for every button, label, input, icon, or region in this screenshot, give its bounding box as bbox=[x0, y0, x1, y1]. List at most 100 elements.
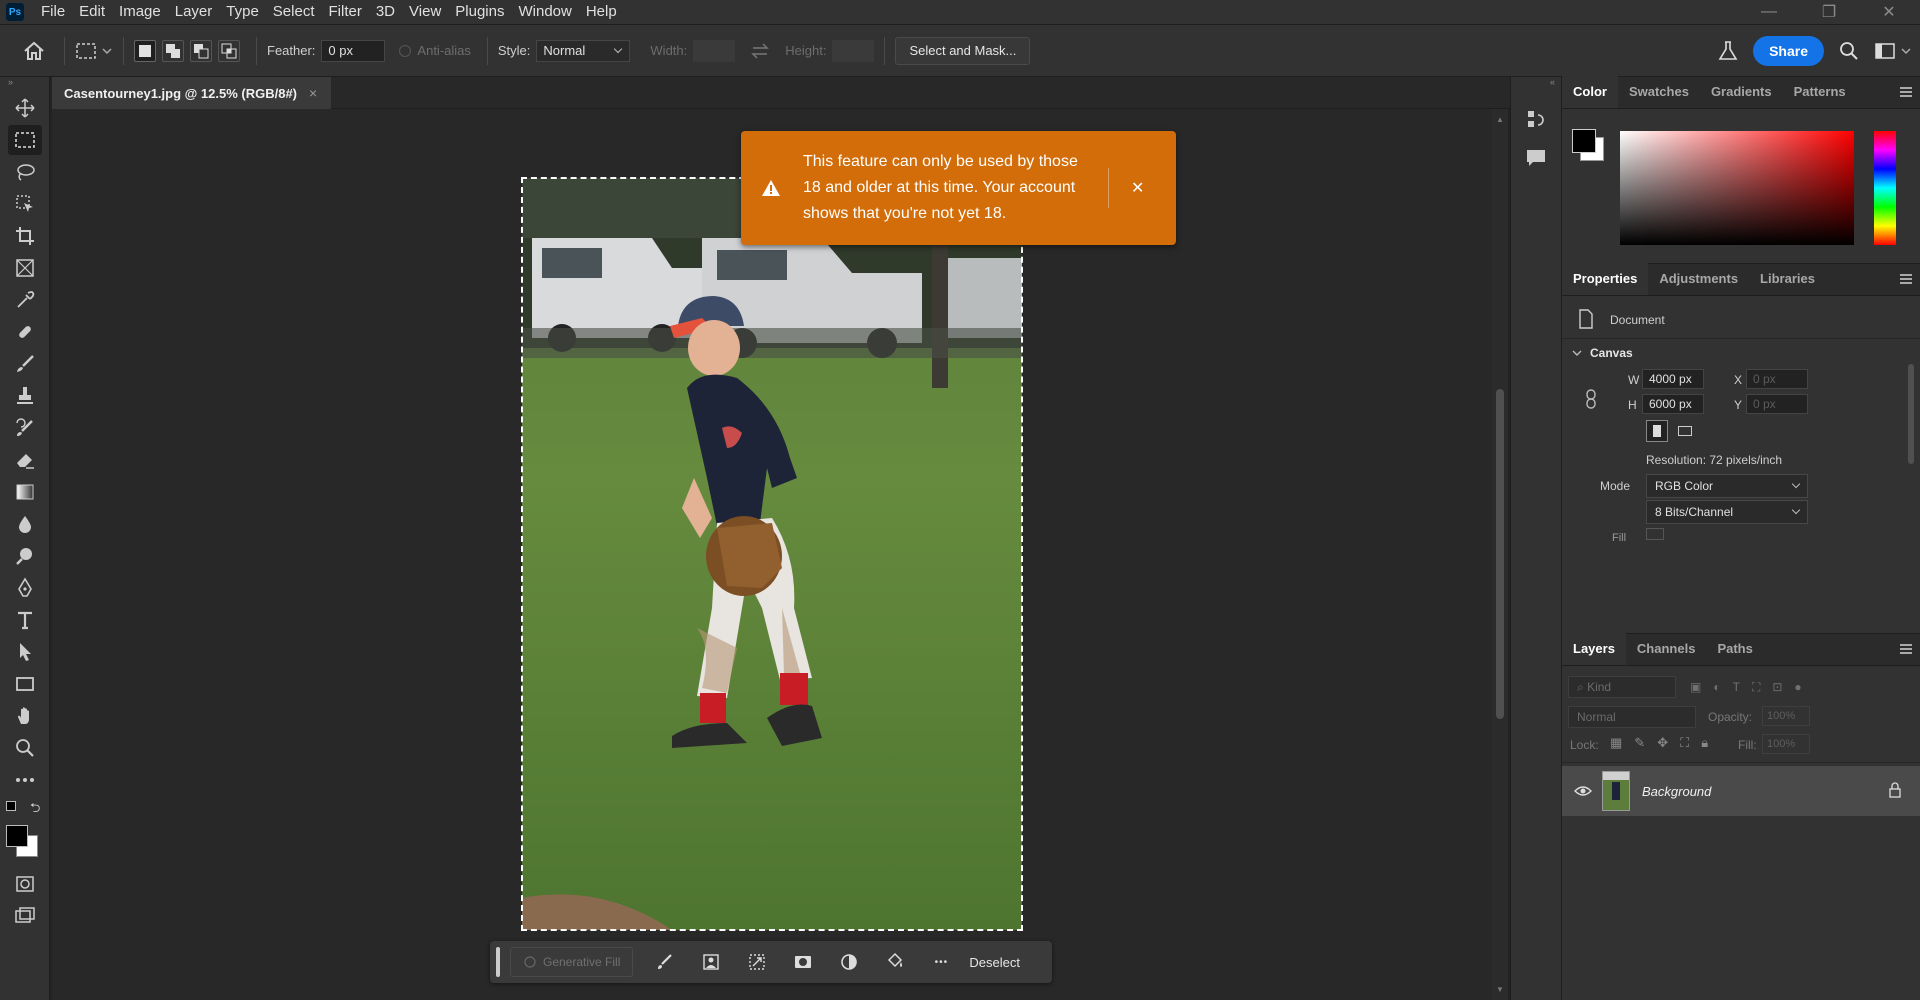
tab-channels[interactable]: Channels bbox=[1626, 633, 1707, 665]
lock-artboard-icon[interactable]: ⛶ bbox=[1680, 735, 1689, 751]
foreground-color-chip[interactable] bbox=[1572, 129, 1596, 153]
search-icon[interactable] bbox=[1838, 40, 1860, 62]
scroll-up-icon[interactable]: ▲ bbox=[1496, 115, 1504, 124]
comments-panel-icon[interactable] bbox=[1523, 145, 1549, 171]
move-tool-icon[interactable] bbox=[8, 93, 42, 123]
marquee-preset-picker[interactable] bbox=[75, 41, 113, 61]
clone-stamp-tool-icon[interactable] bbox=[8, 381, 42, 411]
eye-icon[interactable] bbox=[1574, 784, 1592, 798]
adjustment-filter-icon[interactable]: ◐ bbox=[1713, 680, 1720, 695]
panel-menu-icon[interactable] bbox=[1900, 644, 1912, 654]
pen-tool-icon[interactable] bbox=[8, 573, 42, 603]
tab-color[interactable]: Color bbox=[1562, 76, 1618, 108]
select-and-mask-button[interactable]: Select and Mask... bbox=[895, 36, 1031, 65]
modify-selection-icon[interactable] bbox=[647, 947, 683, 977]
history-panel-icon[interactable] bbox=[1523, 107, 1549, 133]
color-mode-select[interactable]: RGB Color bbox=[1646, 474, 1808, 498]
pixel-filter-icon[interactable]: ▣ bbox=[1690, 680, 1701, 695]
collapse-toolbar-icon[interactable]: » bbox=[0, 77, 49, 91]
layer-kind-filter[interactable]: ⌕ Kind bbox=[1568, 676, 1676, 698]
smart-object-filter-icon[interactable]: ⊡ bbox=[1772, 680, 1782, 695]
lasso-tool-icon[interactable] bbox=[8, 157, 42, 187]
tab-swatches[interactable]: Swatches bbox=[1618, 76, 1700, 108]
color-swatches[interactable] bbox=[0, 821, 49, 861]
labs-flask-icon[interactable] bbox=[1717, 40, 1739, 62]
width-input[interactable] bbox=[693, 39, 736, 62]
feather-input[interactable]: 0 px bbox=[321, 39, 386, 62]
restore-button[interactable]: ❐ bbox=[1800, 0, 1858, 24]
eraser-tool-icon[interactable] bbox=[8, 445, 42, 475]
home-icon[interactable] bbox=[14, 41, 54, 61]
foreground-color-swatch[interactable] bbox=[6, 825, 28, 847]
link-icon[interactable] bbox=[1584, 388, 1598, 410]
dodge-tool-icon[interactable] bbox=[8, 541, 42, 571]
subtract-selection-icon[interactable] bbox=[190, 39, 212, 62]
bit-depth-select[interactable]: 8 Bits/Channel bbox=[1646, 500, 1808, 524]
collapse-panels-icon[interactable]: « bbox=[1511, 77, 1561, 93]
type-filter-icon[interactable]: T bbox=[1733, 680, 1740, 695]
landscape-orientation-icon[interactable] bbox=[1674, 420, 1696, 442]
tab-adjustments[interactable]: Adjustments bbox=[1648, 263, 1749, 295]
adjustment-layer-icon[interactable] bbox=[831, 947, 867, 977]
swap-icon[interactable] bbox=[745, 42, 775, 60]
menu-edit[interactable]: Edit bbox=[72, 0, 112, 24]
menu-image[interactable]: Image bbox=[112, 0, 168, 24]
filter-toggle-icon[interactable]: ● bbox=[1794, 680, 1801, 695]
fill-swatch[interactable] bbox=[1646, 528, 1664, 540]
zoom-tool-icon[interactable] bbox=[8, 733, 42, 763]
new-selection-icon[interactable] bbox=[134, 39, 156, 62]
screen-mode-icon[interactable] bbox=[8, 901, 42, 931]
menu-layer[interactable]: Layer bbox=[168, 0, 220, 24]
more-options-icon[interactable]: ••• bbox=[923, 947, 959, 977]
deselect-button[interactable]: Deselect bbox=[969, 955, 1020, 970]
layer-row[interactable]: Background bbox=[1562, 766, 1920, 816]
canvas-area[interactable]: This feature can only be used by those 1… bbox=[52, 109, 1492, 1000]
lock-position-icon[interactable]: ✥ bbox=[1657, 735, 1668, 751]
type-tool-icon[interactable] bbox=[8, 605, 42, 635]
hue-slider[interactable] bbox=[1874, 131, 1896, 245]
menu-window[interactable]: Window bbox=[511, 0, 578, 24]
default-colors-icon[interactable] bbox=[6, 801, 16, 811]
tab-libraries[interactable]: Libraries bbox=[1749, 263, 1826, 295]
canvas-vertical-scrollbar[interactable]: ▲ ▼ bbox=[1492, 109, 1508, 1000]
share-button[interactable]: Share bbox=[1753, 35, 1824, 66]
tab-patterns[interactable]: Patterns bbox=[1783, 76, 1857, 108]
blend-mode-select[interactable]: Normal bbox=[1568, 706, 1696, 728]
chevron-down-icon[interactable] bbox=[1900, 46, 1912, 56]
rectangle-tool-icon[interactable] bbox=[8, 669, 42, 699]
menu-filter[interactable]: Filter bbox=[322, 0, 369, 24]
lock-transparency-icon[interactable]: ▦ bbox=[1610, 735, 1622, 751]
scrollbar-thumb[interactable] bbox=[1496, 389, 1504, 719]
blur-tool-icon[interactable] bbox=[8, 509, 42, 539]
opacity-input[interactable]: 100% bbox=[1762, 706, 1810, 726]
scroll-down-icon[interactable]: ▼ bbox=[1496, 985, 1504, 994]
menu-file[interactable]: File bbox=[34, 0, 72, 24]
invert-selection-icon[interactable] bbox=[739, 947, 775, 977]
menu-help[interactable]: Help bbox=[579, 0, 624, 24]
taskbar-drag-handle[interactable] bbox=[496, 947, 500, 977]
tab-properties[interactable]: Properties bbox=[1562, 263, 1649, 295]
history-brush-tool-icon[interactable] bbox=[8, 413, 42, 443]
panel-menu-icon[interactable] bbox=[1900, 274, 1912, 284]
menu-select[interactable]: Select bbox=[266, 0, 322, 24]
workspace-icon[interactable] bbox=[1874, 41, 1898, 61]
height-input[interactable] bbox=[832, 39, 875, 62]
canvas-x-input[interactable]: 0 px bbox=[1746, 369, 1808, 389]
close-window-button[interactable]: ✕ bbox=[1860, 0, 1918, 24]
quick-mask-icon[interactable] bbox=[8, 869, 42, 899]
tab-paths[interactable]: Paths bbox=[1706, 633, 1763, 665]
toast-close-icon[interactable]: ✕ bbox=[1131, 178, 1144, 198]
menu-3d[interactable]: 3D bbox=[369, 0, 402, 24]
object-selection-tool-icon[interactable] bbox=[8, 189, 42, 219]
intersect-selection-icon[interactable] bbox=[218, 39, 240, 62]
generative-fill-button[interactable]: Generative Fill bbox=[510, 947, 634, 977]
portrait-orientation-icon[interactable] bbox=[1646, 420, 1668, 442]
path-selection-tool-icon[interactable] bbox=[8, 637, 42, 667]
brush-tool-icon[interactable] bbox=[8, 349, 42, 379]
lock-all-icon[interactable]: 🔒︎ bbox=[1701, 735, 1708, 751]
more-tools-icon[interactable] bbox=[8, 765, 42, 795]
panel-menu-icon[interactable] bbox=[1900, 87, 1912, 97]
canvas-width-input[interactable]: 4000 px bbox=[1642, 369, 1704, 389]
add-selection-icon[interactable] bbox=[162, 39, 184, 62]
chevron-down-icon[interactable] bbox=[1572, 348, 1582, 358]
